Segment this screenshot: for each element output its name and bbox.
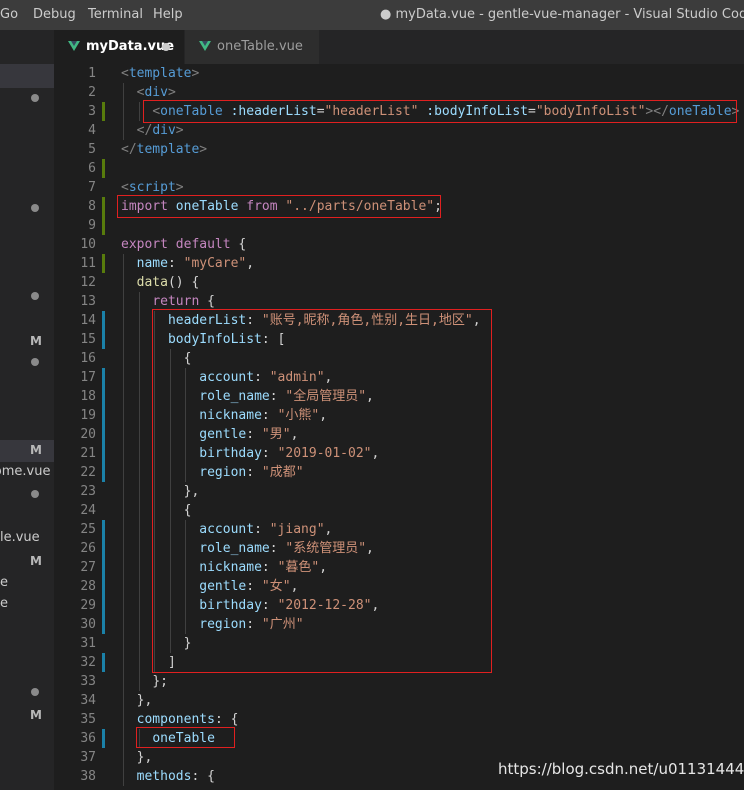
menu-help[interactable]: Help [153, 7, 183, 22]
code-line: 33 }; [80, 672, 168, 691]
code-line: 1 <template> [88, 66, 200, 81]
code-editor[interactable]: 1 <template> 2 <div> 3 <oneTable :headerL… [54, 64, 744, 790]
vue-file-icon [199, 41, 211, 51]
menu-debug[interactable]: Debug [33, 7, 76, 22]
file-item[interactable]: e [0, 596, 8, 611]
unsaved-dot-icon[interactable] [162, 43, 170, 51]
modified-badge: M [30, 334, 42, 348]
editor-tab-bar: myData.vue oneTable.vue [54, 30, 744, 64]
vue-file-icon [68, 41, 80, 51]
git-dot-icon [31, 292, 39, 300]
highlight-box-import [117, 195, 441, 218]
git-dot-icon [31, 490, 39, 498]
tab-label: oneTable.vue [217, 39, 303, 54]
git-dot-icon [31, 204, 39, 212]
code-line: 9 [54, 216, 744, 235]
code-line: 34 }, [80, 691, 153, 710]
modified-badge: M [30, 443, 42, 457]
highlight-box-component-usage [143, 100, 737, 123]
file-item[interactable]: e [0, 575, 8, 590]
file-home-vue[interactable]: Home.vue [0, 464, 50, 479]
explorer-section-header[interactable] [0, 64, 54, 88]
watermark-text: https://blog.csdn.net/u011314442 [498, 760, 744, 778]
git-dot-icon [31, 94, 39, 102]
code-line: 12 data() { [80, 273, 200, 292]
tab-onetable-vue[interactable]: oneTable.vue [184, 30, 319, 64]
code-line: 6 [54, 159, 744, 178]
selected-file-row[interactable] [0, 440, 54, 462]
modified-badge: M [30, 554, 42, 568]
tab-mydata-vue[interactable]: myData.vue [54, 30, 184, 64]
highlight-box-components [136, 727, 235, 748]
modified-badge: M [30, 708, 42, 722]
menu-terminal[interactable]: Terminal [88, 7, 143, 22]
git-dot-icon [31, 358, 39, 366]
title-bar: Go Debug Terminal Help ● myData.vue - ge… [0, 0, 744, 30]
git-dot-icon [31, 688, 39, 696]
code-line: 11 name: "myCare", [80, 254, 255, 273]
highlight-box-data [152, 309, 492, 673]
file-le-vue[interactable]: le.vue [0, 530, 40, 545]
code-line: 4 </div> [88, 121, 184, 140]
code-line: 5 </template> [88, 142, 208, 157]
menu-go[interactable]: Go [0, 7, 18, 22]
window-title: ● myData.vue - gentle-vue-manager - Visu… [380, 7, 744, 22]
code-line: 10 export default { [80, 237, 247, 252]
explorer-sidebar: M M Home.vue le.vue M e e M [0, 30, 54, 790]
tab-label: myData.vue [86, 39, 175, 54]
